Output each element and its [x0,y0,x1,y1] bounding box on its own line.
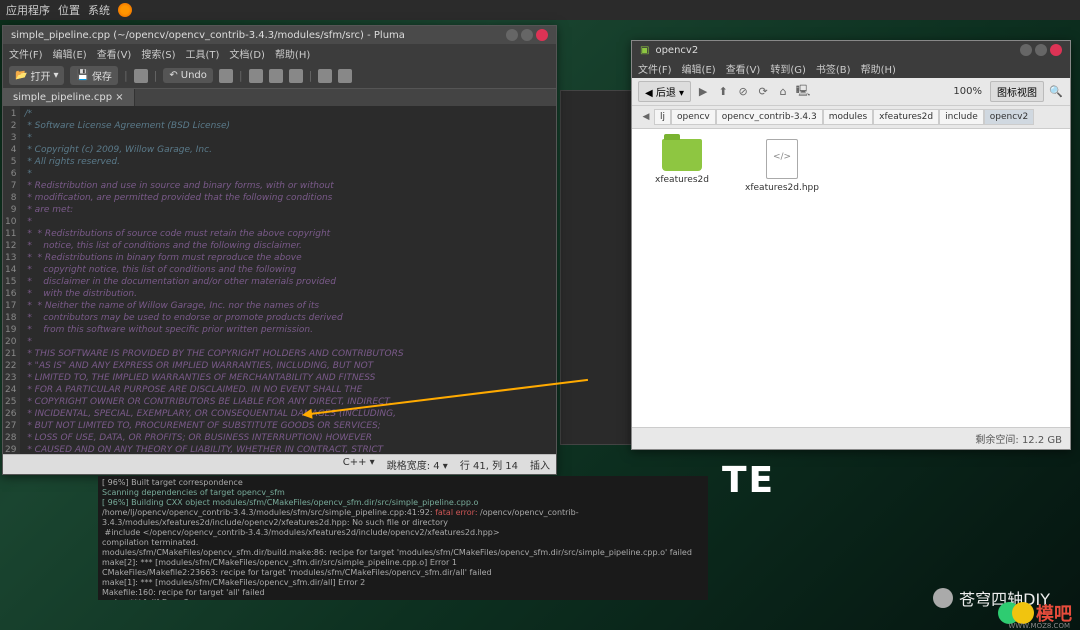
print-icon[interactable] [134,69,148,83]
folder-icon: ▣ [640,45,649,56]
folder-icon [662,139,702,171]
crumb-home[interactable]: lj [654,109,671,125]
menu-edit[interactable]: 编辑(E) [53,46,87,61]
fm-menu-edit[interactable]: 编辑(E) [682,61,716,76]
taskbar-system[interactable]: 系统 [88,2,110,18]
file-icon [766,139,798,179]
menu-tools[interactable]: 工具(T) [186,46,220,61]
pluma-editor-window: simple_pipeline.cpp (~/opencv/opencv_con… [2,25,557,475]
fm-menu-help[interactable]: 帮助(H) [861,61,896,76]
crumb-opencv2[interactable]: opencv2 [984,109,1034,125]
site-url: WWW.MOZ8.COM [1008,622,1070,630]
editor-toolbar: 📂 打开 ▾ 💾 保存 | | ↶ Undo | | [3,63,556,89]
item-label: xfeatures2d.hpp [745,183,819,193]
view-mode-button[interactable]: 图标视图 [990,81,1044,102]
editor-title-text: simple_pipeline.cpp (~/opencv/opencv_con… [11,30,405,41]
taskbar-places[interactable]: 位置 [58,2,80,18]
crumb-contrib[interactable]: opencv_contrib-3.4.3 [716,109,823,125]
file-tab[interactable]: simple_pipeline.cpp × [3,89,135,106]
back-button[interactable]: ◀ 后退 ▾ [638,81,691,102]
file-item-xfeatures2d-hpp[interactable]: xfeatures2d.hpp [742,139,822,193]
fm-menu-view[interactable]: 查看(V) [726,61,761,76]
crumb-opencv[interactable]: opencv [671,109,716,125]
menu-search[interactable]: 搜索(S) [141,46,175,61]
wechat-icon [933,588,953,608]
code-content[interactable]: /* * Software License Agreement (BSD Lic… [20,106,556,454]
breadcrumb-back-icon[interactable]: ◀ [638,109,654,125]
editor-titlebar[interactable]: simple_pipeline.cpp (~/opencv/opencv_con… [3,26,556,44]
free-space-label: 剩余空间: 12.2 GB [975,431,1062,446]
status-tabwidth[interactable]: 跳格宽度: 4 ▾ [387,457,448,472]
file-manager-window: ▣ opencv2 文件(F) 编辑(E) 查看(V) 转到(G) 书签(B) 帮… [631,40,1071,450]
save-button[interactable]: 💾 保存 [70,66,117,85]
menu-help[interactable]: 帮助(H) [275,46,310,61]
filemgr-statusbar: 剩余空间: 12.2 GB [632,427,1070,449]
code-editor-area[interactable]: 1234567891011121314151617181920212223242… [3,106,556,454]
logo-dot-yellow [1012,602,1034,624]
filemgr-titlebar[interactable]: ▣ opencv2 [632,41,1070,59]
fm-maximize-button[interactable] [1035,44,1047,56]
reload-icon[interactable]: ⟳ [755,84,771,100]
crumb-modules[interactable]: modules [823,109,873,125]
background-text: TE [722,460,775,501]
folder-item-xfeatures2d[interactable]: xfeatures2d [642,139,722,185]
editor-menubar: 文件(F) 编辑(E) 查看(V) 搜索(S) 工具(T) 文档(D) 帮助(H… [3,44,556,63]
fm-close-button[interactable] [1050,44,1062,56]
maximize-button[interactable] [521,29,533,41]
minimize-button[interactable] [506,29,518,41]
menu-view[interactable]: 查看(V) [97,46,132,61]
copy-icon[interactable] [269,69,283,83]
editor-tab-bar: simple_pipeline.cpp × [3,89,556,106]
stop-icon: ⊘ [735,84,751,100]
computer-icon[interactable]: 🖳 [795,84,811,100]
home-icon[interactable]: ⌂ [775,84,791,100]
fm-menu-go[interactable]: 转到(G) [770,61,806,76]
desktop-taskbar: 应用程序 位置 系统 [0,0,1080,20]
fm-menu-file[interactable]: 文件(F) [638,61,672,76]
open-button[interactable]: 📂 打开 ▾ [9,66,64,85]
replace-icon[interactable] [338,69,352,83]
fm-minimize-button[interactable] [1020,44,1032,56]
undo-button[interactable]: ↶ Undo [163,68,213,83]
breadcrumb: ◀ lj opencv opencv_contrib-3.4.3 modules… [632,106,1070,129]
find-icon[interactable] [318,69,332,83]
search-icon[interactable]: 🔍 [1048,84,1064,100]
up-icon[interactable]: ⬆ [715,84,731,100]
filemgr-toolbar: ◀ 后退 ▾ ▶ ⬆ ⊘ ⟳ ⌂ 🖳 100% 图标视图 🔍 [632,78,1070,106]
filemgr-title-text: opencv2 [655,45,698,56]
paste-icon[interactable] [289,69,303,83]
cut-icon[interactable] [249,69,263,83]
status-mode: 插入 [530,457,550,472]
status-lang[interactable]: C++ ▾ [343,457,375,472]
crumb-xfeatures2d[interactable]: xfeatures2d [873,109,939,125]
filemgr-body[interactable]: xfeatures2d xfeatures2d.hpp [632,129,1070,427]
fm-menu-bookmarks[interactable]: 书签(B) [816,61,851,76]
status-position: 行 41, 列 14 [460,457,518,472]
forward-icon[interactable]: ▶ [695,84,711,100]
item-label: xfeatures2d [655,175,709,185]
redo-icon[interactable] [219,69,233,83]
filemgr-menubar: 文件(F) 编辑(E) 查看(V) 转到(G) 书签(B) 帮助(H) [632,59,1070,78]
editor-statusbar: C++ ▾ 跳格宽度: 4 ▾ 行 41, 列 14 插入 [3,454,556,474]
line-number-gutter: 1234567891011121314151617181920212223242… [3,106,20,454]
taskbar-apps[interactable]: 应用程序 [6,2,50,18]
firefox-icon[interactable] [118,3,132,17]
terminal-output[interactable]: [ 96%] Built target correspondenceScanni… [98,476,708,600]
zoom-level[interactable]: 100% [949,86,986,97]
menu-file[interactable]: 文件(F) [9,46,43,61]
menu-documents[interactable]: 文档(D) [229,46,265,61]
close-button[interactable] [536,29,548,41]
crumb-include[interactable]: include [939,109,984,125]
